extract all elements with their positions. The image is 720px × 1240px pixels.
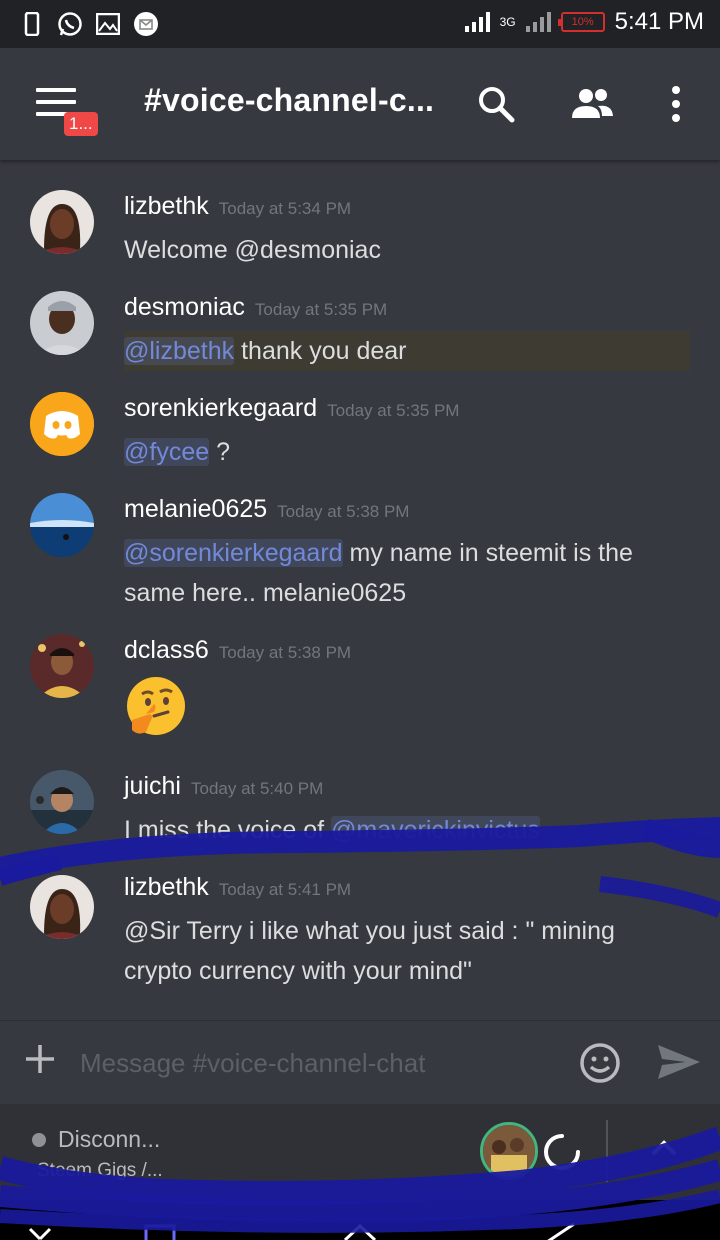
voice-connection-bar[interactable]: Disconn... Steem Gigs /...: [0, 1104, 720, 1200]
home-icon[interactable]: [342, 1222, 378, 1240]
notification-badge: 1...: [64, 112, 98, 136]
message-text: thank you dear: [234, 337, 407, 365]
signal-2-icon: [525, 12, 551, 32]
timestamp: Today at 5:34 PM: [218, 199, 352, 218]
timestamp: Today at 5:38 PM: [277, 502, 410, 521]
message-text: @Sir Terry i like what you just said : "…: [124, 917, 615, 945]
author-name[interactable]: sorenkierkegaard: [124, 394, 317, 422]
author-name[interactable]: lizbethk: [124, 873, 209, 901]
avatar[interactable]: [30, 291, 94, 355]
user-mention[interactable]: @sorenkierkegaard: [124, 539, 343, 567]
timestamp: Today at 5:35 PM: [327, 401, 460, 420]
signal-icon: [464, 12, 490, 32]
send-icon[interactable]: [656, 1041, 702, 1087]
user-mention[interactable]: @maverickinvictus: [331, 816, 540, 844]
message-composer: [0, 1020, 720, 1104]
battery-icon: 10%: [557, 12, 605, 32]
voice-server: Steem Gigs /...: [37, 1160, 163, 1181]
message-text: I miss the voice of: [124, 816, 332, 844]
avatar[interactable]: [30, 770, 94, 834]
clock: 5:41 PM: [614, 8, 704, 35]
phone-icon: [18, 10, 46, 38]
divider: [606, 1120, 608, 1182]
system-nav-bar: [0, 1200, 720, 1240]
thinking-face-icon: [127, 677, 185, 735]
gallery-icon: [94, 10, 122, 38]
add-attachment-icon[interactable]: [24, 1043, 56, 1075]
whatsapp-icon: [56, 10, 84, 38]
message-text: Welcome @desmoniac: [124, 236, 381, 264]
channel-header: 1... #voice-channel-c...: [0, 48, 720, 160]
message-text-line-2: same here.. melanie0625: [124, 579, 407, 607]
emoji-picker-icon[interactable]: [578, 1041, 622, 1089]
email-icon: [132, 10, 160, 38]
timestamp: Today at 5:40 PM: [190, 779, 324, 798]
loading-spinner-icon: [540, 1130, 584, 1178]
user-mention[interactable]: @fycee: [124, 438, 210, 466]
connection-status-dot: [32, 1132, 46, 1147]
timestamp: Today at 5:38 PM: [218, 643, 352, 662]
close-icon[interactable]: [26, 1226, 54, 1240]
message-list[interactable]: lizbethk Today at 5:34 PM Welcome @desmon…: [0, 160, 720, 1020]
avatar[interactable]: [30, 634, 94, 698]
message-text: my name in steemit is the: [342, 539, 633, 567]
author-name[interactable]: dclass6: [124, 636, 209, 664]
avatar[interactable]: [30, 190, 94, 254]
chevron-up-icon[interactable]: [650, 1138, 678, 1162]
status-bar: 3G 10% 5:41 PM: [0, 0, 720, 48]
battery-level: 10%: [571, 16, 594, 28]
thinking-emoji: [124, 674, 694, 750]
recent-apps-icon[interactable]: [144, 1224, 176, 1240]
author-name[interactable]: desmoniac: [124, 293, 245, 321]
channel-title: #voice-channel-c...: [144, 82, 435, 118]
timestamp: Today at 5:35 PM: [254, 300, 388, 319]
members-icon[interactable]: [568, 84, 616, 128]
search-icon[interactable]: [476, 84, 516, 128]
timestamp: Today at 5:41 PM: [218, 880, 352, 899]
message-input[interactable]: [80, 1045, 560, 1081]
author-name[interactable]: juichi: [124, 772, 181, 800]
avatar[interactable]: [30, 392, 94, 456]
author-name[interactable]: melanie0625: [124, 495, 267, 523]
avatar[interactable]: [30, 493, 94, 557]
voice-user-avatar[interactable]: [480, 1122, 538, 1180]
voice-status: Disconn...: [58, 1126, 161, 1152]
back-icon[interactable]: [546, 1222, 576, 1240]
user-mention[interactable]: @lizbethk: [124, 337, 235, 365]
message-content: @lizbethk thank you dear: [124, 331, 690, 371]
author-name[interactable]: lizbethk: [124, 192, 209, 220]
network-type: 3G: [499, 15, 516, 29]
message-text: ?: [209, 438, 230, 466]
avatar[interactable]: [30, 875, 94, 939]
message-text-line-2: crypto currency with your mind": [124, 957, 472, 985]
more-options-icon[interactable]: [668, 84, 684, 128]
